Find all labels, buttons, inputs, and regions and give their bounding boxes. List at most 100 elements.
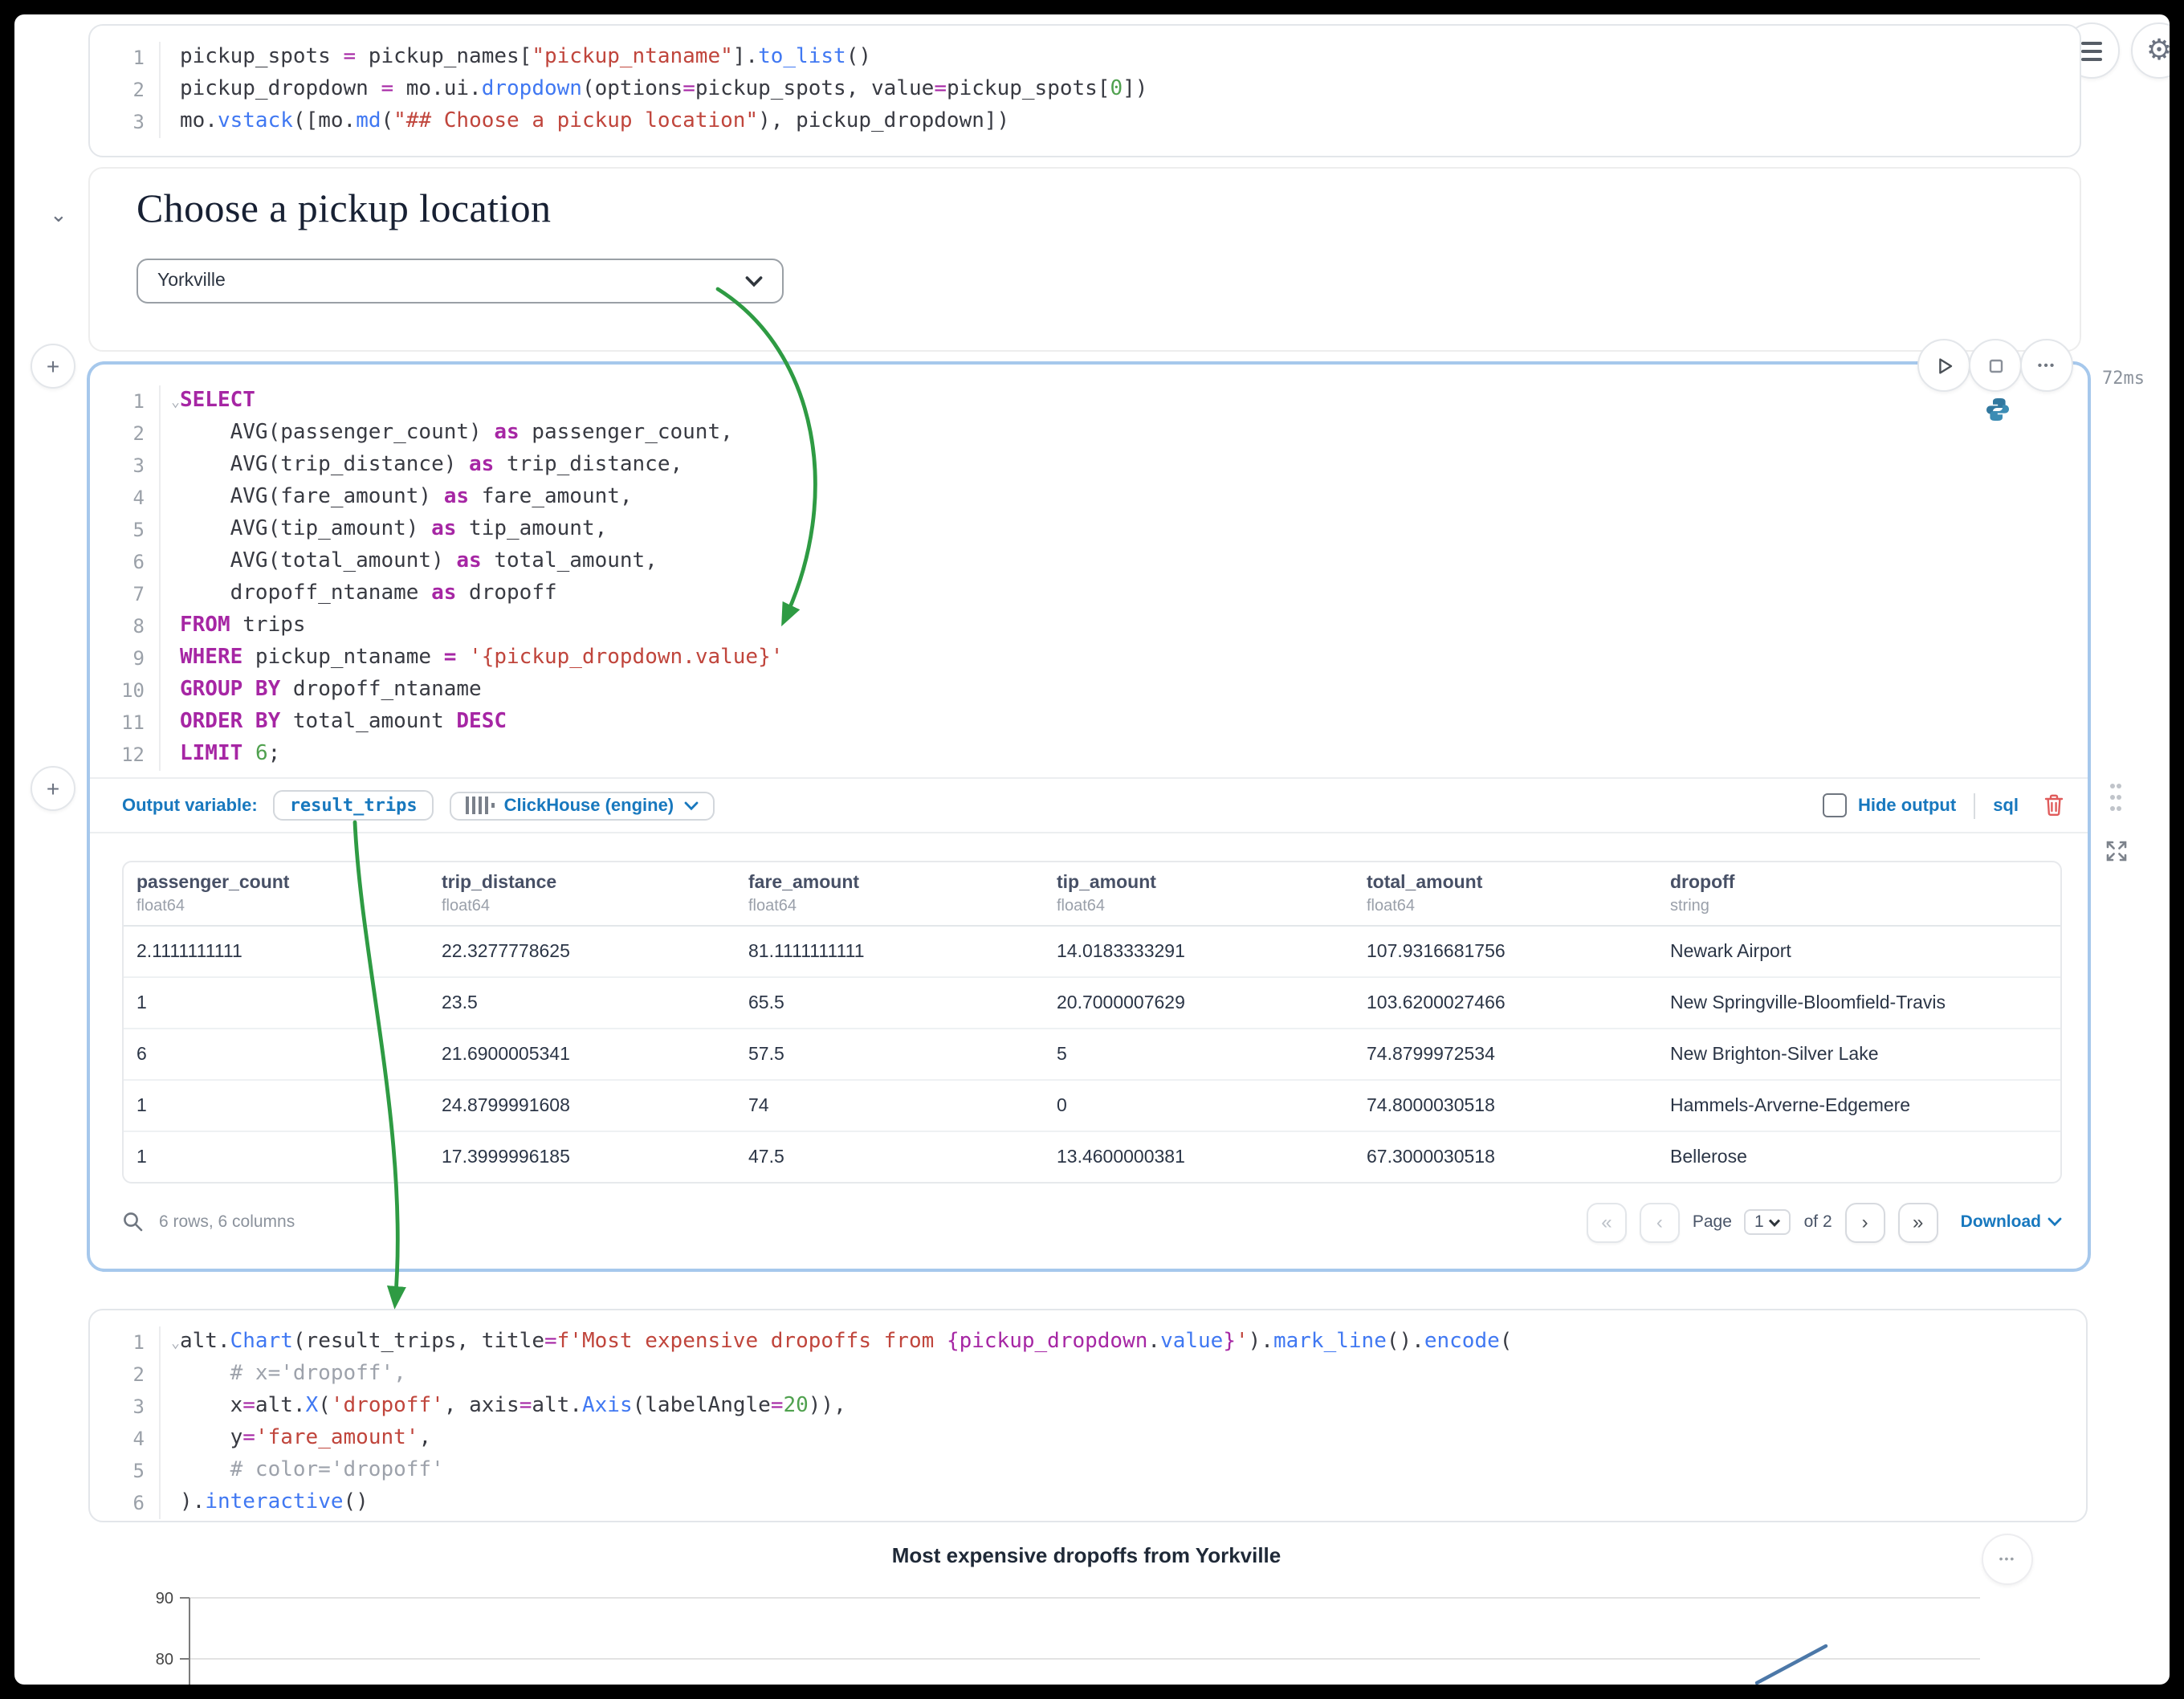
column-header-fare_amount[interactable]: fare_amountfloat64 xyxy=(735,862,1044,926)
engine-label: ClickHouse (engine) xyxy=(504,796,674,815)
code-line[interactable]: 2pickup_dropdown = mo.ui.dropdown(option… xyxy=(90,74,2080,106)
language-badge[interactable]: sql xyxy=(1993,796,2019,815)
md-heading: Choose a pickup location xyxy=(136,188,551,233)
cell-altair-chart[interactable]: 1⌄alt.Chart(result_trips, title=f'Most e… xyxy=(88,1309,2088,1522)
pager-last-button[interactable]: » xyxy=(1898,1202,1938,1242)
search-icon[interactable] xyxy=(122,1211,145,1233)
table-cell: 1 xyxy=(124,1131,429,1182)
line-number: 3 xyxy=(90,450,161,482)
table-cell: 1 xyxy=(124,1080,429,1131)
code-line[interactable]: 3mo.vstack([mo.md("## Choose a pickup lo… xyxy=(90,106,2080,138)
code-line[interactable]: 12LIMIT 6; xyxy=(90,739,2088,771)
code-line[interactable]: 6 AVG(total_amount) as total_amount, xyxy=(90,546,2088,578)
fold-chevron-icon[interactable]: ⌄ xyxy=(171,1328,180,1360)
table-row[interactable]: 621.690000534157.5574.8799972534New Brig… xyxy=(124,1029,2060,1080)
code-line[interactable]: 6).interactive() xyxy=(90,1487,2086,1519)
pickup-location-dropdown[interactable]: Yorkville xyxy=(136,259,784,304)
code-line[interactable]: 10GROUP BY dropoff_ntaname xyxy=(90,674,2088,707)
code-editor-python[interactable]: 1pickup_spots = pickup_names["pickup_nta… xyxy=(90,26,2080,138)
code-editor-sql[interactable]: 1⌄SELECT2 AVG(passenger_count) as passen… xyxy=(90,365,2088,771)
code-line[interactable]: 4 AVG(fare_amount) as fare_amount, xyxy=(90,482,2088,514)
code-line[interactable]: 8FROM trips xyxy=(90,610,2088,642)
settings-button[interactable]: ⚙ xyxy=(2131,22,2170,79)
code-line[interactable]: 1⌄SELECT xyxy=(90,385,2088,418)
table-row[interactable]: 124.879999160874074.8000030518Hammels-Ar… xyxy=(124,1080,2060,1131)
pager-first-button[interactable]: « xyxy=(1587,1202,1627,1242)
table-cell: 81.1111111111 xyxy=(735,926,1044,977)
download-label: Download xyxy=(1961,1212,2041,1232)
pager-next-button[interactable]: › xyxy=(1845,1202,1885,1242)
line-number: 12 xyxy=(90,739,161,771)
cell-python-dropdown[interactable]: 1pickup_spots = pickup_names["pickup_nta… xyxy=(88,24,2081,157)
add-cell-above-button[interactable]: + xyxy=(31,344,75,389)
table-cell: Newark Airport xyxy=(1657,926,2060,977)
line-number: 6 xyxy=(90,1487,161,1519)
table-row[interactable]: 123.565.520.7000007629103.6200027466New … xyxy=(124,977,2060,1029)
table-cell: 23.5 xyxy=(429,977,735,1029)
expand-cell-icon[interactable] xyxy=(2105,840,2128,862)
cell-sql[interactable]: 1⌄SELECT2 AVG(passenger_count) as passen… xyxy=(87,361,2091,1272)
code-line[interactable]: 5 # color='dropoff' xyxy=(90,1455,2086,1487)
code-line[interactable]: 5 AVG(tip_amount) as tip_amount, xyxy=(90,514,2088,546)
hide-output-checkbox[interactable] xyxy=(1823,793,1847,817)
line-number: 1 xyxy=(90,42,161,74)
table-cell: 6 xyxy=(124,1029,429,1080)
chevron-down-icon xyxy=(2048,1217,2062,1227)
gear-icon: ⚙ xyxy=(2146,34,2170,67)
md-output-cell: Choose a pickup location Yorkville xyxy=(88,167,2081,352)
table-cell: 74.8000030518 xyxy=(1354,1080,1657,1131)
drag-handle-icon[interactable] xyxy=(2110,784,2123,817)
table-row[interactable]: 117.399999618547.513.460000038167.300003… xyxy=(124,1131,2060,1182)
line-number: 1⌄ xyxy=(90,1326,161,1359)
table-cell: 67.3000030518 xyxy=(1354,1131,1657,1182)
hamburger-icon xyxy=(2081,41,2102,60)
engine-selector[interactable]: ClickHouse (engine) xyxy=(450,791,715,820)
trash-icon[interactable] xyxy=(2043,793,2065,817)
code-line[interactable]: 4 y='fare_amount', xyxy=(90,1423,2086,1455)
column-header-trip_distance[interactable]: trip_distancefloat64 xyxy=(429,862,735,926)
pager-prev-button[interactable]: ‹ xyxy=(1640,1202,1680,1242)
stop-cell-button[interactable] xyxy=(1969,339,2022,392)
run-cell-button[interactable] xyxy=(1917,339,1970,392)
code-line[interactable]: 7 dropoff_ntaname as dropoff xyxy=(90,578,2088,610)
line-number: 7 xyxy=(90,578,161,610)
collapse-chevron-icon[interactable]: ⌄ xyxy=(50,202,67,228)
result-table[interactable]: passenger_countfloat64trip_distancefloat… xyxy=(122,861,2062,1184)
column-header-dropoff[interactable]: dropoffstring xyxy=(1657,862,2060,926)
column-header-passenger_count[interactable]: passenger_countfloat64 xyxy=(124,862,429,926)
more-dots-icon: ••• xyxy=(2038,358,2056,373)
output-variable-label: Output variable: xyxy=(122,796,258,815)
code-line[interactable]: 3 x=alt.X('dropoff', axis=alt.Axis(label… xyxy=(90,1391,2086,1423)
line-number: 1⌄ xyxy=(90,385,161,418)
download-button[interactable]: Download xyxy=(1961,1212,2062,1232)
table-cell: 1 xyxy=(124,977,429,1029)
output-variable-pill[interactable]: result_trips xyxy=(274,790,434,821)
code-line[interactable]: 1⌄alt.Chart(result_trips, title=f'Most e… xyxy=(90,1326,2086,1359)
code-editor-altair[interactable]: 1⌄alt.Chart(result_trips, title=f'Most e… xyxy=(90,1310,2086,1519)
chart-plot[interactable]: 90 80 xyxy=(88,1518,2084,1685)
chart-line-series xyxy=(1757,1646,1826,1683)
table-cell: 0 xyxy=(1044,1080,1354,1131)
hide-output-label[interactable]: Hide output xyxy=(1858,796,1956,815)
add-cell-below-button[interactable]: + xyxy=(31,766,75,811)
dropdown-value: Yorkville xyxy=(157,271,226,291)
code-line[interactable]: 2 AVG(passenger_count) as passenger_coun… xyxy=(90,418,2088,450)
line-number: 5 xyxy=(90,1455,161,1487)
code-line[interactable]: 11ORDER BY total_amount DESC xyxy=(90,707,2088,739)
line-number: 6 xyxy=(90,546,161,578)
code-line[interactable]: 9WHERE pickup_ntaname = '{pickup_dropdow… xyxy=(90,642,2088,674)
line-number: 2 xyxy=(90,418,161,450)
fold-chevron-icon[interactable]: ⌄ xyxy=(171,387,180,419)
cell-more-actions-button[interactable]: ••• xyxy=(2020,339,2073,392)
code-line[interactable]: 2 # x='dropoff', xyxy=(90,1359,2086,1391)
table-row[interactable]: 2.111111111122.327777862581.111111111114… xyxy=(124,926,2060,977)
stop-square-icon xyxy=(1986,356,2005,375)
cell-runtime: 72ms xyxy=(2102,368,2145,389)
line-number: 4 xyxy=(90,482,161,514)
column-header-total_amount[interactable]: total_amountfloat64 xyxy=(1354,862,1657,926)
page-select[interactable]: 1 xyxy=(1745,1209,1791,1235)
column-header-tip_amount[interactable]: tip_amountfloat64 xyxy=(1044,862,1354,926)
code-line[interactable]: 1pickup_spots = pickup_names["pickup_nta… xyxy=(90,42,2080,74)
table-cell: 5 xyxy=(1044,1029,1354,1080)
code-line[interactable]: 3 AVG(trip_distance) as trip_distance, xyxy=(90,450,2088,482)
